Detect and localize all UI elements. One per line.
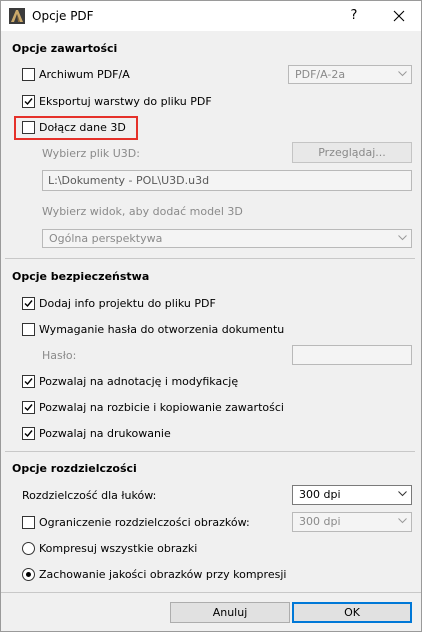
view-select-value: Ogólna perspektywa [49, 232, 163, 245]
require-password-checkbox[interactable] [22, 323, 35, 336]
limit-image-resolution-label: Ograniczenie rozdzielczości obrazków: [39, 516, 250, 529]
arc-resolution-select[interactable]: 300 dpi [292, 485, 412, 505]
content-options-heading: Opcje zawartości [12, 42, 118, 55]
compress-all-radio[interactable] [22, 542, 35, 555]
checkmark-icon [24, 378, 33, 386]
close-icon [393, 10, 405, 22]
password-label: Hasło: [42, 349, 77, 362]
export-layers-checkbox[interactable] [22, 95, 35, 108]
checkmark-icon [24, 430, 33, 438]
require-password-label: Wymaganie hasła do otworzenia dokumentu [39, 323, 285, 336]
image-resolution-select[interactable]: 300 dpi [292, 512, 412, 532]
allow-copy-checkbox[interactable] [22, 401, 35, 414]
archive-pdfa-label: Archiwum PDF/A [39, 68, 130, 81]
export-layers-label: Eksportuj warstwy do pliku PDF [39, 95, 212, 108]
compress-all-label: Kompresuj wszystkie obrazki [39, 542, 198, 555]
allow-copy-label: Pozwalaj na rozbicie i kopiowanie zawart… [39, 401, 284, 414]
add-project-info-label: Dodaj info projektu do pliku PDF [39, 297, 216, 310]
arc-resolution-value: 300 dpi [299, 488, 341, 501]
allow-annotation-checkbox[interactable] [22, 375, 35, 388]
security-options-heading: Opcje bezpieczeństwa [12, 270, 150, 283]
chevron-down-icon [398, 235, 407, 241]
checkmark-icon [24, 300, 33, 308]
keep-quality-label: Zachowanie jakości obrazków przy kompres… [39, 568, 287, 581]
password-field[interactable] [292, 345, 412, 365]
include-3d-checkbox[interactable] [22, 121, 35, 134]
help-button[interactable]: ? [331, 1, 377, 31]
limit-image-resolution-checkbox[interactable] [22, 516, 35, 529]
view-select[interactable]: Ogólna perspektywa [42, 229, 412, 248]
archive-pdfa-checkbox[interactable] [22, 68, 35, 81]
allow-print-checkbox[interactable] [22, 427, 35, 440]
u3d-file-label: Wybierz plik U3D: [42, 147, 140, 160]
u3d-path-field[interactable]: L:\Dokumenty - POL\U3D.u3d [42, 170, 412, 191]
add-project-info-checkbox[interactable] [22, 297, 35, 310]
ok-button[interactable]: OK [292, 602, 412, 623]
pdfa-version-value: PDF/A-2a [295, 68, 346, 81]
pdf-options-dialog: Opcje PDF ? Opcje zawartości Archiwum PD… [0, 0, 422, 632]
allow-print-label: Pozwalaj na drukowanie [39, 427, 171, 440]
include-3d-label: Dołącz dane 3D [39, 121, 126, 134]
chevron-down-icon [398, 518, 407, 524]
window-title: Opcje PDF [32, 9, 94, 23]
close-button[interactable] [377, 1, 421, 31]
title-bar: Opcje PDF ? [1, 1, 421, 31]
view-label: Wybierz widok, aby dodać model 3D [42, 205, 243, 218]
section-divider [5, 258, 415, 259]
resolution-options-heading: Opcje rozdzielczości [12, 462, 137, 475]
arc-resolution-label: Rozdzielczość dla łuków: [22, 489, 157, 502]
browse-button[interactable]: Przeglądaj... [292, 142, 412, 163]
section-divider [5, 451, 415, 452]
footer-divider [1, 592, 421, 593]
pdfa-version-select[interactable]: PDF/A-2a [288, 65, 412, 84]
checkmark-icon [24, 98, 33, 106]
help-icon: ? [350, 8, 358, 23]
keep-quality-radio[interactable] [22, 568, 35, 581]
cancel-button[interactable]: Anuluj [170, 602, 290, 623]
chevron-down-icon [398, 491, 407, 497]
checkmark-icon [24, 404, 33, 412]
chevron-down-icon [398, 71, 407, 77]
image-resolution-value: 300 dpi [299, 515, 341, 528]
allow-annotation-label: Pozwalaj na adnotację i modyfikację [39, 375, 239, 388]
archicad-app-icon [9, 8, 25, 24]
radio-selected-dot [26, 572, 31, 577]
